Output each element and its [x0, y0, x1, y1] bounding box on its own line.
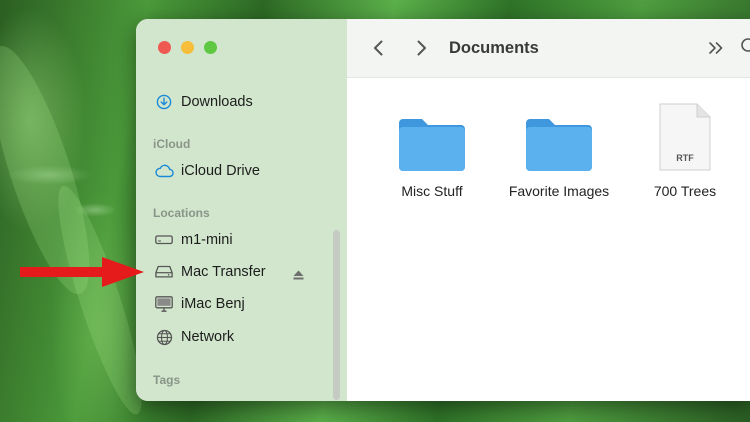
minimize-window-button[interactable]	[181, 41, 194, 54]
sidebar-item-label: iMac Benj	[181, 296, 245, 312]
sidebar-item-m1-mini[interactable]: m1-mini	[154, 228, 233, 252]
toolbar: Documents	[347, 19, 750, 78]
chevron-right-icon	[417, 40, 426, 56]
sidebar-section-tags: Tags	[153, 373, 181, 387]
sidebar-item-label: Mac Transfer	[181, 264, 266, 280]
hard-drive-icon	[154, 230, 174, 250]
back-button[interactable]	[369, 38, 389, 58]
eject-icon[interactable]	[293, 267, 304, 285]
file-name: Misc Stuff	[401, 183, 463, 199]
sidebar-item-mac-transfer[interactable]: Mac Transfer	[154, 260, 266, 284]
file-type-badge: RTF	[676, 153, 694, 163]
more-toolbar-items-button[interactable]	[707, 38, 725, 63]
cloud-icon	[154, 161, 174, 181]
sidebar: Downloads iCloud iCloud Drive Locations …	[136, 19, 348, 401]
sidebar-item-network[interactable]: Network	[154, 325, 234, 349]
sidebar-section-locations: Locations	[153, 206, 210, 220]
sidebar-scrollbar[interactable]	[333, 230, 340, 400]
finder-window: Downloads iCloud iCloud Drive Locations …	[136, 19, 750, 401]
sidebar-item-label: iCloud Drive	[181, 163, 260, 179]
globe-icon	[154, 327, 174, 347]
file-name: 700 Trees	[653, 183, 717, 199]
content-area: Documents Misc Stuff Favorite Images RTF…	[347, 19, 750, 401]
zoom-window-button[interactable]	[204, 41, 217, 54]
sidebar-item-imac-benj[interactable]: iMac Benj	[154, 292, 245, 316]
file-item-700-trees[interactable]: RTF 700 Trees	[620, 97, 750, 199]
sidebar-item-downloads[interactable]: Downloads	[154, 90, 253, 114]
sidebar-item-label: m1-mini	[181, 232, 233, 248]
close-window-button[interactable]	[158, 41, 171, 54]
folder-icon	[494, 97, 624, 173]
forward-button[interactable]	[411, 38, 431, 58]
monitor-icon	[154, 294, 174, 314]
sidebar-section-icloud: iCloud	[153, 137, 191, 151]
sidebar-item-icloud-drive[interactable]: iCloud Drive	[154, 159, 260, 183]
search-icon[interactable]	[739, 37, 750, 62]
rtf-document-icon: RTF	[620, 97, 750, 173]
external-drive-icon	[154, 262, 174, 282]
window-title: Documents	[449, 39, 539, 57]
file-item-favorite-images[interactable]: Favorite Images	[494, 97, 624, 199]
red-arrow-annotation	[18, 255, 146, 294]
double-chevron-right-icon	[709, 42, 723, 54]
sidebar-item-label: Network	[181, 329, 235, 345]
chevron-left-icon	[374, 40, 383, 56]
sidebar-item-label: Downloads	[181, 94, 253, 110]
download-circle-icon	[154, 92, 174, 112]
file-name: Favorite Images	[508, 183, 610, 199]
file-item-misc-stuff[interactable]: Misc Stuff	[367, 97, 497, 199]
folder-icon	[367, 97, 497, 173]
